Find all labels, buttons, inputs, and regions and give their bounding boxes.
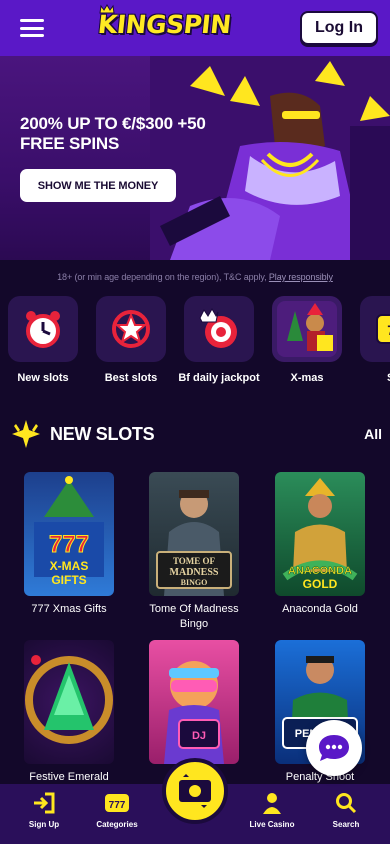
category-label: New slots <box>17 372 69 384</box>
clock-icon <box>26 311 60 348</box>
svg-text:GIFTS: GIFTS <box>51 573 86 587</box>
svg-text:X-MAS: X-MAS <box>50 559 89 573</box>
slot-777-icon: 77 <box>376 314 390 344</box>
nav-search[interactable]: Search <box>311 792 381 829</box>
category-label: Best slots <box>104 372 158 384</box>
kingspin-logo[interactable]: KINGSPIN <box>96 10 232 39</box>
age-disclaimer: 18+ (or min age depending on the region)… <box>0 272 390 282</box>
nav-label: Categories <box>96 820 138 829</box>
xmas-gifts-art: 777 X-MAS GIFTS <box>34 476 104 587</box>
dealer-icon <box>263 793 281 814</box>
game-thumbnail[interactable]: ANACONDA GOLD <box>275 472 365 596</box>
category-bf-daily-jackpot[interactable]: Bf daily jackpot <box>178 296 260 384</box>
cash-exchange-icon <box>179 774 211 808</box>
bottom-navigation: Sign Up 777 Categories Live Casino Searc… <box>0 758 390 844</box>
jackpot-icon <box>199 307 237 348</box>
section-title: NEW SLOTS <box>50 423 155 444</box>
category-tile[interactable]: 77 <box>360 296 390 362</box>
nav-label: Sign Up <box>28 820 60 829</box>
svg-text:MADNESS: MADNESS <box>170 567 219 578</box>
game-thumbnail[interactable]: 777 X-MAS GIFTS <box>24 472 114 596</box>
svg-text:BINGO: BINGO <box>181 578 208 587</box>
view-all-link[interactable]: All <box>364 426 382 442</box>
game-thumbnail[interactable]: TOME OF MADNESS BINGO <box>149 472 239 596</box>
deposit-cash-button[interactable] <box>162 758 228 824</box>
login-button[interactable]: Log In <box>300 11 378 45</box>
xmas-icon <box>277 301 337 357</box>
game-card[interactable]: Festive Emerald <box>24 640 114 785</box>
category-carousel[interactable]: New slots Best slots Bf daily jackpot X-… <box>8 296 390 384</box>
promo-character-illustration <box>150 56 390 260</box>
new-slots-header: NEW SLOTS All <box>10 418 382 450</box>
menu-icon[interactable] <box>20 19 44 37</box>
game-card[interactable]: TOME OF MADNESS BINGO Tome Of Madness Bi… <box>149 472 239 632</box>
svg-text:777: 777 <box>109 800 126 811</box>
category-tile[interactable] <box>184 296 254 362</box>
app: KINGSPIN Log In 200% UP TO €/$300 +50 FR… <box>0 0 390 844</box>
game-title: Festive Emerald <box>29 771 109 783</box>
promo-banner[interactable]: 200% UP TO €/$300 +50 FREE SPINS SHOW ME… <box>0 56 390 260</box>
category-sw[interactable]: 77 Sw <box>360 296 390 384</box>
game-thumbnail[interactable] <box>24 640 114 764</box>
category-label: X-mas <box>290 372 324 384</box>
disclaimer-text: 18+ (or min age depending on the region)… <box>57 272 269 282</box>
play-responsibly-link[interactable]: Play responsibly <box>269 272 333 282</box>
category-label: Bf daily jackpot <box>178 372 260 384</box>
show-me-the-money-button[interactable]: SHOW ME THE MONEY <box>20 169 176 202</box>
search-icon <box>336 793 357 814</box>
category-tile[interactable] <box>272 296 342 362</box>
nav-live-casino[interactable]: Live Casino <box>237 792 307 829</box>
promo-title: 200% UP TO €/$300 +50 FREE SPINS <box>20 114 206 153</box>
game-card[interactable]: ANACONDA GOLD Anaconda Gold <box>275 472 365 617</box>
top-bar: KINGSPIN Log In <box>0 0 390 56</box>
slot-icon: 777 <box>105 794 129 812</box>
tome-of-madness-art: TOME OF MADNESS BINGO <box>156 490 232 596</box>
svg-text:777: 777 <box>49 531 89 558</box>
chat-bubble-icon <box>319 735 349 761</box>
sign-in-icon <box>34 792 55 814</box>
sparkle-icon <box>12 420 40 448</box>
svg-text:TOME OF: TOME OF <box>173 556 216 566</box>
game-card[interactable]: 777 X-MAS GIFTS 777 Xmas Gifts <box>24 472 114 617</box>
game-thumbnail[interactable]: DJ <box>149 640 239 764</box>
nav-label: Search <box>332 820 360 829</box>
category-tile[interactable] <box>8 296 78 362</box>
game-title: 777 Xmas Gifts <box>31 603 107 615</box>
nav-sign-up[interactable]: Sign Up <box>9 792 79 829</box>
category-best-slots[interactable]: Best slots <box>96 296 166 384</box>
festive-emerald-art <box>25 655 113 744</box>
game-title: Anaconda Gold <box>282 603 358 615</box>
section-title-group: NEW SLOTS <box>10 418 155 450</box>
category-tile[interactable] <box>96 296 166 362</box>
star-icon <box>112 310 150 348</box>
svg-text:DJ: DJ <box>192 730 206 742</box>
nav-label: Live Casino <box>249 820 295 829</box>
svg-text:ANACONDA: ANACONDA <box>288 565 352 577</box>
svg-text:GOLD: GOLD <box>303 577 338 591</box>
category-new-slots[interactable]: New slots <box>8 296 78 384</box>
category-x-mas[interactable]: X-mas <box>272 296 342 384</box>
anaconda-gold-art: ANACONDA GOLD <box>282 478 358 591</box>
nav-categories[interactable]: 777 Categories <box>82 792 152 829</box>
dj-neko-art: DJ <box>164 661 224 764</box>
live-chat-button[interactable] <box>306 720 362 776</box>
game-title: Tome Of Madness Bingo <box>149 603 239 630</box>
